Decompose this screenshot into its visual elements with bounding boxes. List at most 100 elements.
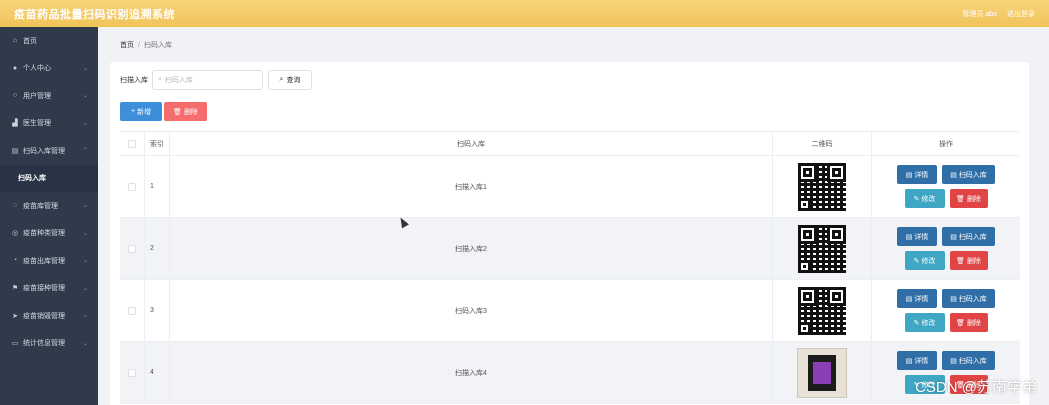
breadcrumb: 首页 / 扫码入库 — [120, 40, 172, 50]
chevron-down-icon: ⌄ — [82, 65, 88, 72]
add-button[interactable]: + 新增 — [120, 102, 162, 121]
detail-button[interactable]: ▤ 详情 — [897, 351, 937, 370]
header-index: 索引 — [145, 132, 170, 155]
row-checkbox-cell — [120, 280, 145, 341]
remove-button[interactable]: 🗑 删除 — [949, 313, 988, 332]
scan-icon: ▤ — [11, 147, 19, 155]
document-icon: ▤ — [905, 233, 913, 241]
qr-code-image — [798, 224, 846, 273]
chart-icon: ▭ — [11, 340, 19, 348]
edit-button[interactable]: ✎ 修改 — [904, 313, 945, 332]
chevron-down-icon: ⌄ — [82, 120, 88, 127]
detail-button-label: 详情 — [914, 171, 929, 179]
search-input[interactable]: ⌕ 扫码入库 — [152, 70, 263, 90]
table-header: 索引 扫码入库 二维码 操作 — [120, 131, 1020, 156]
current-user: 管理员 abo — [962, 10, 997, 18]
row-checkbox[interactable] — [128, 182, 136, 191]
sidebar-item-profile[interactable]: ● 个人中心 ⌄ — [0, 55, 98, 83]
plus-icon: + — [130, 108, 136, 115]
delete-button-label: 删除 — [183, 108, 198, 116]
row-checkbox[interactable] — [128, 306, 136, 315]
edit-icon: ✎ — [913, 319, 920, 327]
search-placeholder: 扫码入库 — [164, 77, 193, 84]
users-icon: ○ — [12, 92, 18, 100]
scan-button-label: 扫码入库 — [958, 233, 987, 241]
sidebar-subitem-scan-storage[interactable]: 扫码入库 — [0, 164, 98, 192]
detail-button[interactable]: ▤ 详情 — [897, 165, 937, 184]
batch-delete-button[interactable]: 🗑 删除 — [164, 102, 207, 121]
edit-button-label: 修改 — [921, 257, 936, 265]
row-index: 4 — [145, 342, 170, 403]
logout-link[interactable]: 退出登录 — [1007, 9, 1035, 19]
document-icon: ▤ — [950, 171, 957, 179]
trash-icon: 🗑 — [956, 195, 965, 203]
sidebar-item-label: 疫苗库管理 — [23, 202, 58, 210]
sidebar-item-statistics[interactable]: ▭ 统计信息管理 ⌄ — [0, 330, 98, 358]
main-content: 首页 / 扫码入库 扫描入库 ⌕ 扫码入库 ⌕ 查询 + 新增 🗑 删除 索引 扫码入库 二… — [98, 27, 1049, 405]
sidebar-item-doctors[interactable]: ▟ 医生管理 ⌄ — [0, 110, 98, 138]
document-icon: ▤ — [950, 233, 957, 241]
breadcrumb-home[interactable]: 首页 — [120, 42, 134, 49]
detail-button-label: 详情 — [914, 233, 929, 241]
breadcrumb-separator: / — [138, 42, 140, 49]
sidebar-item-home[interactable]: ⌂ 首页 — [0, 27, 98, 55]
detail-button[interactable]: ▤ 详情 — [897, 289, 937, 308]
remove-button[interactable]: 🗑 删除 — [949, 251, 988, 270]
document-icon: ▤ — [905, 171, 913, 179]
search-row: 扫描入库 ⌕ 扫码入库 ⌕ 查询 — [120, 70, 312, 90]
flag-icon: ⚑ — [11, 285, 19, 293]
top-bar: 疫苗药品批量扫码识别追溯系统 管理员 abo 退出登录 — [0, 0, 1049, 27]
category-icon: ◎ — [11, 230, 19, 238]
row-ops-cell: ▤ 详情 ▤ 扫码入库 ✎ 修改 🗑 删除 — [872, 156, 1020, 217]
row-qr-cell — [773, 156, 872, 217]
edit-button[interactable]: ✎ 修改 — [904, 189, 945, 208]
sidebar-item-vaccine-types[interactable]: ◎ 疫苗种类管理 ⌄ — [0, 220, 98, 248]
scan-storage-button[interactable]: ▤ 扫码入库 — [942, 227, 995, 246]
chevron-down-icon: ⌄ — [82, 340, 88, 347]
breadcrumb-current: 扫码入库 — [143, 42, 172, 49]
row-checkbox[interactable] — [128, 244, 136, 253]
document-icon: ▤ — [905, 357, 913, 365]
sidebar-item-label: 个人中心 — [23, 65, 51, 73]
chevron-down-icon: ⌄ — [82, 313, 88, 320]
action-row: + 新增 🗑 删除 — [120, 102, 207, 121]
query-button-label: 查询 — [286, 77, 301, 84]
edit-icon: ✎ — [913, 195, 920, 203]
query-button[interactable]: ⌕ 查询 — [268, 70, 312, 90]
watermark: CSDN @苏南学弟 — [915, 379, 1037, 396]
sidebar-item-label: 统计信息管理 — [23, 340, 65, 348]
header-ops: 操作 — [939, 140, 953, 148]
sidebar-item-label: 疫苗出库管理 — [23, 257, 65, 265]
send-icon: ➤ — [12, 312, 18, 320]
sidebar-item-scan-storage[interactable]: ▤ 扫码入库管理 ⌃ — [0, 137, 98, 165]
row-name: 扫描入库1 — [170, 156, 773, 217]
row-qr-cell — [773, 280, 872, 341]
sidebar-item-destruction[interactable]: ➤ 疫苗销毁管理 ⌄ — [0, 302, 98, 330]
scan-storage-button[interactable]: ▤ 扫码入库 — [942, 165, 995, 184]
sidebar-item-label: 首页 — [23, 37, 37, 45]
sidebar-item-users[interactable]: ○ 用户管理 ⌄ — [0, 82, 98, 110]
scan-storage-button[interactable]: ▤ 扫码入库 — [942, 289, 995, 308]
scan-button-label: 扫码入库 — [958, 171, 987, 179]
select-all-checkbox[interactable] — [128, 139, 136, 148]
row-ops-cell: ▤ 详情 ▤ 扫码入库 ✎ 修改 🗑 删除 — [872, 218, 1020, 279]
row-checkbox[interactable] — [128, 368, 136, 377]
remove-button-label: 删除 — [966, 257, 981, 265]
trash-icon: 🗑 — [173, 108, 182, 116]
remove-button-label: 删除 — [966, 195, 981, 203]
edit-button[interactable]: ✎ 修改 — [904, 251, 945, 270]
sidebar-item-vaccine-db[interactable]: ◌ 疫苗库管理 ⌄ — [0, 192, 98, 220]
detail-button[interactable]: ▤ 详情 — [897, 227, 937, 246]
remove-button[interactable]: 🗑 删除 — [949, 189, 988, 208]
search-label: 扫描入库 — [120, 77, 148, 84]
header-name: 扫码入库 — [170, 132, 773, 155]
search-icon: ⌕ — [158, 76, 162, 83]
sidebar-item-vaccination[interactable]: ⚑ 疫苗接种管理 ⌄ — [0, 275, 98, 303]
sidebar-item-vaccine-outbound[interactable]: ◔ 疫苗出库管理 ⌄ — [0, 247, 98, 275]
row-ops: ▤ 详情 ▤ 扫码入库 ✎ 修改 🗑 删除 — [897, 227, 995, 270]
chevron-down-icon: ⌄ — [82, 285, 88, 292]
edit-button-label: 修改 — [921, 195, 936, 203]
scan-storage-button[interactable]: ▤ 扫码入库 — [942, 351, 995, 370]
row-checkbox-cell — [120, 342, 145, 403]
sidebar: ⌂ 首页 ● 个人中心 ⌄ ○ 用户管理 ⌄ ▟ 医生管理 ⌄ ▤ 扫码入库管理 ⌃ 扫码入库 ◌… — [0, 27, 98, 405]
